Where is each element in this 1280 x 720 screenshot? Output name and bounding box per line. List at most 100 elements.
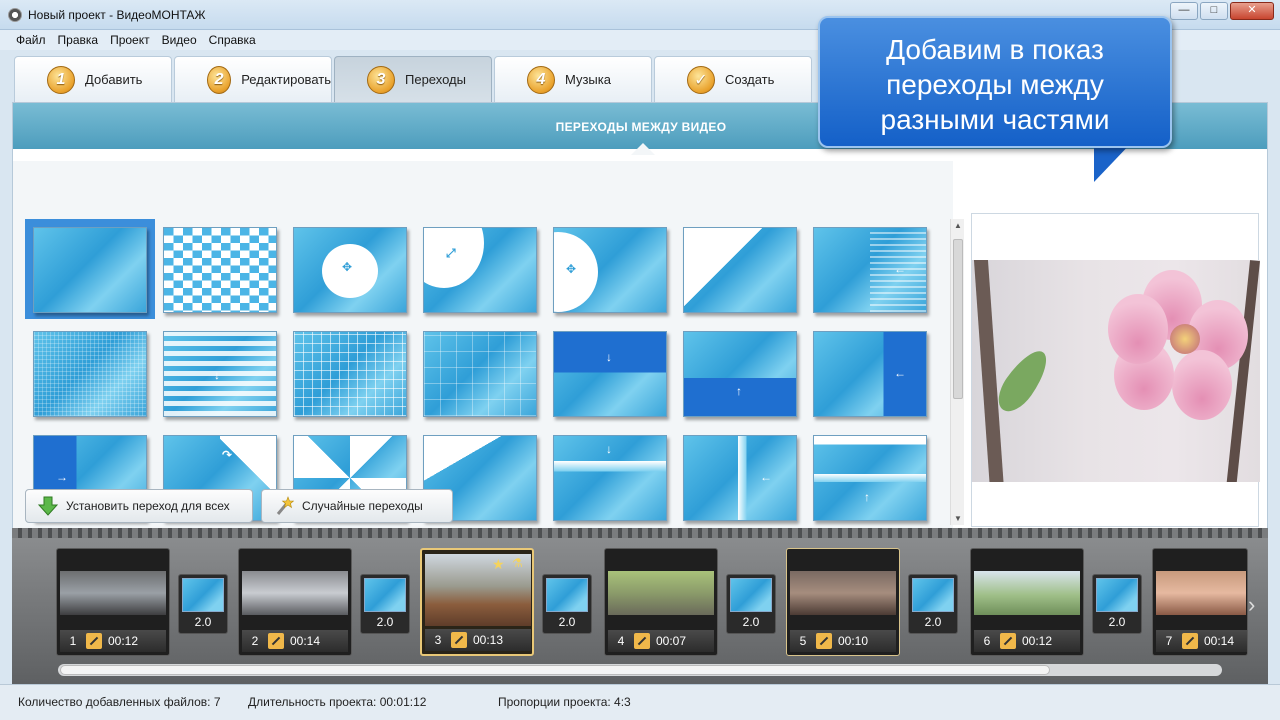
project-duration: Длительность проекта: 00:01:12 [248,695,427,709]
transition-circle-left[interactable]: ✥ [553,227,667,313]
menu-project[interactable]: Проект [104,30,156,50]
scroll-up-icon[interactable]: ▲ [954,221,962,230]
menu-edit[interactable]: Правка [52,30,105,50]
clip-thumbnail [242,571,348,615]
minimize-button[interactable]: — [1170,2,1198,20]
timeline-clip-4[interactable]: 4 00:07 [604,548,718,656]
petal [1108,294,1168,364]
transition-thumbnail [1096,578,1138,612]
transition-circle-corner[interactable]: ⤢ [423,227,537,313]
edit-pencil-icon[interactable] [451,632,467,648]
edit-pencil-icon[interactable] [1182,633,1198,649]
clip-duration: 00:13 [473,633,504,647]
menu-file[interactable]: Файл [10,30,52,50]
timeline-clip-7[interactable]: 7 00:14 [1152,548,1248,656]
timeline-clip-3[interactable]: ★ ⚗ 3 00:13 [420,548,534,656]
tab-label: Редактировать [241,72,331,87]
maximize-button[interactable]: □ [1200,2,1228,20]
tab-create[interactable]: ✓ Создать [654,56,812,102]
timeline-next-icon[interactable]: › [1248,592,1255,618]
timeline-clip-6[interactable]: 6 00:12 [970,548,1084,656]
tab-transitions[interactable]: 3 Переходы [334,56,492,102]
timeline-scrollbar[interactable] [58,664,1222,676]
menu-help[interactable]: Справка [203,30,262,50]
clip-number: 6 [983,634,991,648]
transition-thumbnail [912,578,954,612]
effect-flask-icon: ⚗ [512,556,523,570]
clip-info-bar: 2 00:14 [242,630,348,652]
petal [1172,350,1232,420]
scrollbar-thumb[interactable] [953,239,963,399]
callout-line-2: переходы между [886,69,1104,100]
edit-pencil-icon[interactable] [634,633,650,649]
transition-diagonal[interactable]: ⤢ [683,227,797,313]
apply-transition-all-label: Установить переход для всех [66,499,230,513]
panel-notch [631,143,655,155]
timeline-transition-5[interactable]: 2.0 [908,574,958,634]
flower-shape [1108,270,1252,420]
transition-fade[interactable] [33,227,147,313]
clip-duration: 00:12 [1022,634,1053,648]
tab-add[interactable]: 1 Добавить [14,56,172,102]
edit-pencil-icon[interactable] [1000,633,1016,649]
transitions-scrollbar[interactable]: ▲ ▼ [950,219,964,525]
scroll-down-icon[interactable]: ▼ [954,514,962,523]
transition-thumbnail [730,578,772,612]
transition-squares[interactable] [423,331,537,417]
clip-duration: 00:14 [290,634,321,648]
timeline-transition-1[interactable]: 2.0 [178,574,228,634]
transition-slide-up[interactable]: ↑ [683,331,797,417]
transition-bar-horizontal[interactable]: ↓ [553,435,667,521]
close-button[interactable]: ✕ [1230,2,1274,20]
transition-blinds[interactable]: ↓ [163,331,277,417]
timeline-transition-3[interactable]: 2.0 [542,574,592,634]
timeline-transition-4[interactable]: 2.0 [726,574,776,634]
arrow-left-icon: ← [894,262,906,276]
timeline-clip-2[interactable]: 2 00:14 [238,548,352,656]
transition-bar-vertical[interactable]: ← [683,435,797,521]
edit-pencil-icon[interactable] [268,633,284,649]
tab-music[interactable]: 4 Музыка [494,56,652,102]
arrow-left-icon: ← [894,366,906,380]
transition-circle[interactable]: ✥ [293,227,407,313]
clip-number: 4 [617,634,625,648]
clip-number: 3 [434,633,442,647]
leaf-shape [990,343,1056,419]
apply-transition-all-button[interactable]: Установить переход для всех [25,489,253,523]
clip-thumbnail [60,571,166,615]
timeline-scrollbar-thumb[interactable] [60,665,1050,675]
timeline-transition-6[interactable]: 2.0 [1092,574,1142,634]
timeline-transition-2[interactable]: 2.0 [360,574,410,634]
transition-slide-left[interactable]: ← [813,331,927,417]
transition-mosaic[interactable] [33,331,147,417]
clip-number: 7 [1165,634,1173,648]
transition-thumbnail [182,578,224,612]
transition-duration: 2.0 [558,615,576,629]
star-icon: ★ [492,556,505,572]
timeline-clip-1[interactable]: 1 00:12 [56,548,170,656]
tab-edit[interactable]: 2 Редактировать [174,56,332,102]
edit-pencil-icon[interactable] [816,633,832,649]
timeline-clip-5[interactable]: 5 00:10 [786,548,900,656]
edit-pencil-icon[interactable] [86,633,102,649]
arrows-icon: ✥ [566,262,577,276]
transition-lines-right[interactable]: ← [813,227,927,313]
transition-grid[interactable] [293,331,407,417]
arrow-left-icon: ← [760,470,772,484]
step-2-icon: 2 [207,65,232,94]
transitions-panel: ПЕРЕХОДЫ МЕЖДУ ВИДЕО ✥ ⤢ ✥ ⤢ ← ↓ ↓ ↑ ← →… [12,102,1268,534]
clip-info-bar: 6 00:12 [974,630,1080,652]
menu-video[interactable]: Видео [156,30,203,50]
transition-bar-center[interactable]: ↑ [813,435,927,521]
transition-thumbnail [546,578,588,612]
random-transitions-button[interactable]: Случайные переходы [261,489,453,523]
window-title: Новый проект - ВидеоМОНТАЖ [28,8,206,22]
main-window: 1 Добавить 2 Редактировать 3 Переходы 4 … [0,50,1280,720]
branch-shape [973,260,1005,482]
transition-thumbnail [364,578,406,612]
clip-number: 1 [69,634,77,648]
transition-slide-down[interactable]: ↓ [553,331,667,417]
transition-checker[interactable] [163,227,277,313]
timeline: 1 00:12 2.0 2 00:14 2.0 ★ ⚗ 3 00:13 2.0 … [12,528,1268,684]
transition-duration: 2.0 [1108,615,1126,629]
